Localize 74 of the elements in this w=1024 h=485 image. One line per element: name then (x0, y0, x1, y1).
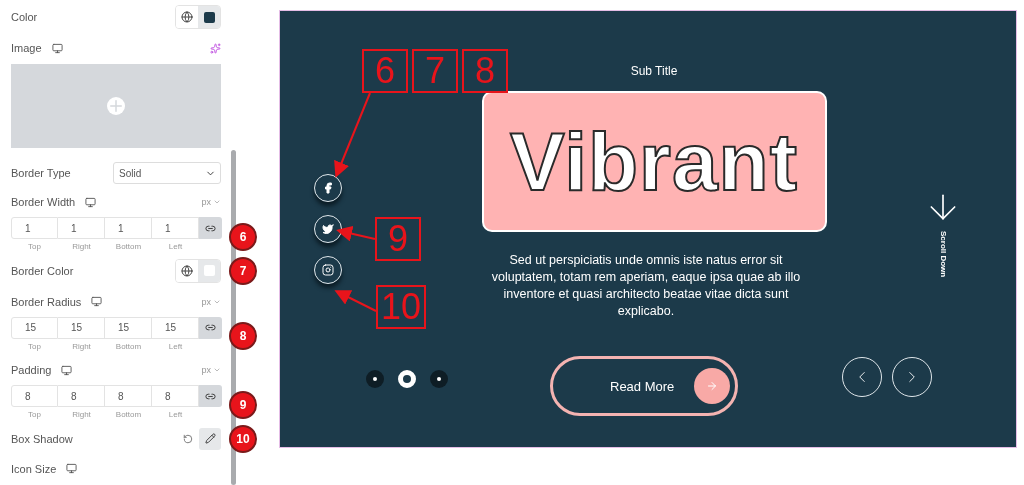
dimension-label: Bottom (114, 409, 143, 422)
control-label: Border Radius (11, 295, 82, 308)
control-label: Box Shadow (11, 433, 73, 445)
reset-icon[interactable] (183, 434, 193, 444)
scrollbar[interactable] (231, 150, 236, 485)
slide-dot[interactable] (398, 370, 416, 388)
dimension-label: Right (71, 241, 92, 254)
step-badge: 8 (229, 322, 257, 351)
link-button[interactable] (199, 316, 222, 339)
callout-number: 8 (462, 49, 508, 93)
control-label: Border Type (11, 167, 71, 180)
pencil-icon (204, 433, 216, 445)
dimension-label: Top (27, 409, 42, 422)
step-badge: 6 (229, 222, 257, 251)
monitor-icon[interactable] (85, 196, 97, 208)
callout-number: 9 (375, 217, 421, 261)
slide-title: Vibrant (510, 114, 798, 209)
arrow-right-icon (706, 380, 718, 392)
dimension-input[interactable]: 1 (11, 217, 58, 240)
dimension-input[interactable]: 15 (105, 316, 152, 339)
dimension-label: Bottom (114, 340, 143, 353)
dimension-label: Left (167, 340, 184, 353)
control-label: Image (11, 42, 42, 54)
step-badge: 10 (229, 425, 257, 453)
dimension-input[interactable]: 15 (11, 316, 58, 339)
monitor-icon[interactable] (66, 463, 78, 475)
monitor-icon[interactable] (61, 364, 73, 376)
control-label: Icon Size (11, 463, 57, 475)
instagram-icon (322, 264, 334, 276)
control-label: Border Color (11, 264, 74, 277)
callout-arrow (336, 225, 376, 242)
monitor-icon[interactable] (91, 296, 103, 308)
color-control[interactable] (175, 258, 221, 283)
step-badge: 9 (229, 390, 257, 419)
globe-icon[interactable] (181, 264, 193, 277)
slide-dot[interactable] (430, 370, 448, 388)
dimension-input[interactable]: 8 (11, 385, 58, 408)
control-label: Padding (11, 364, 52, 377)
color-swatch[interactable] (203, 11, 215, 23)
dimension-input[interactable]: 8 (105, 385, 152, 408)
control-label: Border Width (11, 196, 76, 209)
dimension-label: Right (71, 340, 92, 353)
color-swatch[interactable] (203, 265, 215, 277)
dimension-label: Top (27, 241, 42, 254)
scroll-down-label[interactable]: Scroll Down (938, 231, 948, 278)
border-type-select[interactable]: Solid (113, 162, 221, 185)
slide-dot[interactable] (366, 370, 384, 388)
dimension-label: Bottom (114, 241, 143, 254)
globe-icon[interactable] (181, 11, 193, 23)
color-control[interactable] (175, 5, 221, 29)
dimension-input[interactable]: 1 (58, 217, 105, 240)
link-button[interactable] (199, 385, 222, 408)
read-more-button[interactable]: Read More (550, 356, 738, 416)
facebook-icon (322, 182, 334, 194)
sub-title: Sub Title (630, 64, 678, 78)
dimension-input[interactable]: 1 (105, 217, 152, 240)
dimension-label: Left (167, 241, 184, 254)
step-badge: 7 (229, 256, 257, 285)
monitor-icon[interactable] (51, 42, 63, 54)
dimension-input[interactable]: 15 (58, 316, 105, 339)
control-label: Color (11, 11, 38, 23)
callout-number: 6 (362, 49, 408, 93)
sparkle-icon[interactable] (210, 42, 221, 54)
slide-description: Sed ut perspiciatis unde omnis iste natus error sit voluptatem, totam rem aperiam, eaque ipsa quae ab illo inventore et quasi architecto beatae vitae dicta sunt explicabo. (490, 252, 802, 320)
callout-number: 10 (376, 285, 427, 329)
twitter-icon (322, 223, 334, 235)
callout-arrow (334, 290, 377, 312)
edit-button[interactable] (199, 428, 221, 450)
dimension-label: Top (27, 340, 42, 353)
dimension-label: Left (167, 409, 184, 422)
dimension-input[interactable]: 8 (58, 385, 105, 408)
dimension-label: Right (71, 409, 92, 422)
callout-number: 7 (412, 49, 458, 93)
link-button[interactable] (199, 217, 222, 240)
